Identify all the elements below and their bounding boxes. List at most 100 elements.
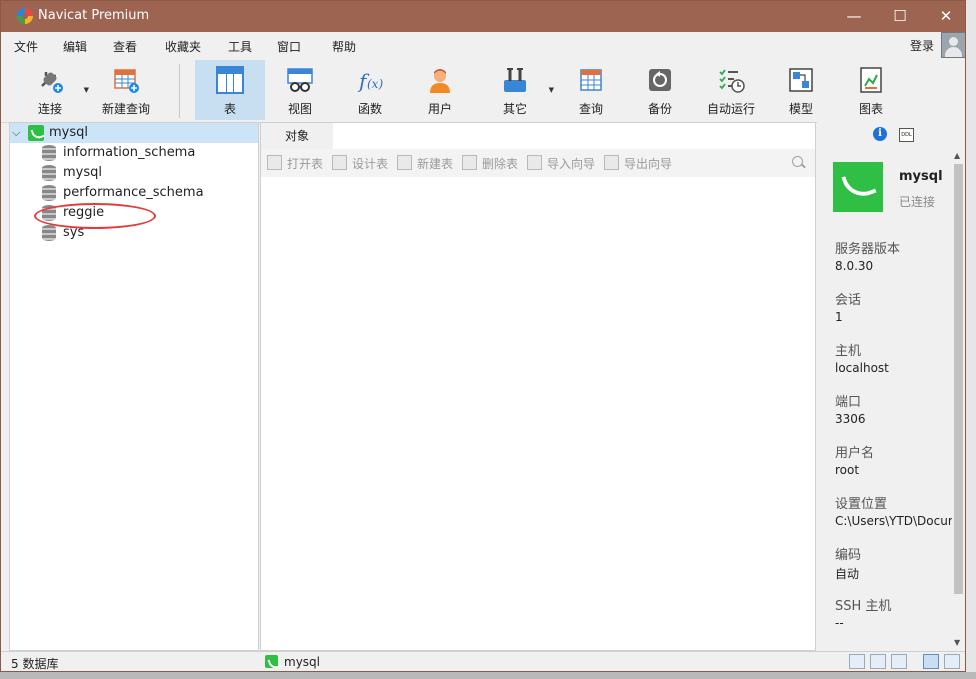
backup-button[interactable]: 备份 bbox=[625, 60, 695, 120]
object-action-bar: 打开表 设计表 新建表 删除表 导入向导 导出向导 bbox=[261, 149, 815, 177]
close-button[interactable]: ✕ bbox=[923, 1, 965, 32]
table-button[interactable]: 表 bbox=[195, 60, 265, 120]
new-query-label: 新建查询 bbox=[101, 102, 150, 116]
list-view-icon[interactable] bbox=[849, 654, 865, 669]
ddl-icon[interactable]: DDL bbox=[899, 128, 914, 142]
user-button[interactable]: 用户 bbox=[405, 60, 475, 120]
prop-label: 用户名 bbox=[835, 446, 875, 461]
desktop-background-bottom bbox=[0, 672, 976, 679]
other-dropdown-icon[interactable]: ▼ bbox=[549, 86, 554, 94]
minimize-button[interactable]: — bbox=[831, 1, 877, 32]
import-icon bbox=[527, 155, 542, 170]
scrollbar-thumb[interactable] bbox=[954, 164, 963, 594]
info-pane-toggle-icon[interactable] bbox=[923, 654, 939, 669]
scroll-up-icon[interactable]: ▲ bbox=[954, 151, 960, 160]
auto-run-button[interactable]: 自动运行 bbox=[696, 60, 766, 120]
model-button[interactable]: 模型 bbox=[766, 60, 836, 120]
export-wizard-label: 导出向导 bbox=[624, 157, 673, 171]
toolbar-separator bbox=[179, 64, 180, 118]
import-wizard-button[interactable]: 导入向导 bbox=[527, 155, 595, 172]
info-scrollbar[interactable]: ▲ ▼ bbox=[952, 150, 965, 651]
new-table-button[interactable]: 新建表 bbox=[397, 155, 453, 172]
new-table-icon bbox=[397, 155, 412, 170]
table-icon bbox=[216, 66, 244, 94]
query-button[interactable]: 查询 bbox=[556, 60, 626, 120]
detail-view-icon[interactable] bbox=[870, 654, 886, 669]
tree-db-performance-schema[interactable]: performance_schema bbox=[10, 183, 258, 203]
maximize-button[interactable]: ☐ bbox=[877, 1, 923, 32]
tree-db-label: information_schema bbox=[63, 145, 196, 160]
user-icon bbox=[430, 69, 450, 93]
prop-value: root bbox=[835, 463, 860, 477]
delete-table-button[interactable]: 删除表 bbox=[462, 155, 518, 172]
open-table-button[interactable]: 打开表 bbox=[267, 155, 323, 172]
connection-tree: ⌵ mysql information_schema mysql perform… bbox=[9, 122, 259, 651]
database-icon bbox=[42, 145, 56, 161]
plug-icon bbox=[41, 72, 63, 93]
window-title: Navicat Premium bbox=[38, 8, 150, 23]
menu-window[interactable]: 窗口 bbox=[277, 38, 301, 55]
tools-icon bbox=[504, 68, 526, 92]
prop-value: -- bbox=[835, 616, 844, 630]
prop-value: 1 bbox=[835, 310, 843, 324]
export-icon bbox=[604, 155, 619, 170]
prop-value: C:\Users\YTD\Docur bbox=[835, 514, 953, 528]
chevron-down-icon[interactable]: ⌵ bbox=[12, 126, 20, 140]
tree-connection-label: mysql bbox=[49, 125, 88, 140]
scroll-down-icon[interactable]: ▼ bbox=[954, 638, 960, 647]
connect-dropdown-icon[interactable]: ▼ bbox=[84, 86, 89, 94]
prop-label: 服务器版本 bbox=[835, 242, 901, 257]
info-icon[interactable]: i bbox=[873, 127, 887, 141]
model-icon bbox=[789, 68, 813, 92]
mysql-connection-icon bbox=[28, 125, 44, 141]
status-mysql-icon bbox=[265, 655, 278, 668]
login-link[interactable]: 登录 bbox=[910, 37, 934, 54]
function-button[interactable]: f (x) 函数 bbox=[335, 60, 405, 120]
import-wizard-label: 导入向导 bbox=[547, 157, 596, 171]
delete-table-icon bbox=[462, 155, 477, 170]
menu-view[interactable]: 查看 bbox=[113, 38, 137, 55]
open-table-icon bbox=[267, 155, 282, 170]
menu-edit[interactable]: 编辑 bbox=[63, 38, 87, 55]
menu-tools[interactable]: 工具 bbox=[228, 38, 252, 55]
object-tab-row: 对象 bbox=[261, 123, 815, 150]
database-icon bbox=[42, 225, 56, 241]
tree-db-label: mysql bbox=[63, 165, 102, 180]
connect-button[interactable]: 连接 ▼ bbox=[15, 60, 89, 120]
export-wizard-button[interactable]: 导出向导 bbox=[604, 155, 672, 172]
prop-value: localhost bbox=[835, 361, 889, 375]
chart-button[interactable]: 图表 bbox=[836, 60, 906, 120]
new-query-button[interactable]: 新建查询 bbox=[91, 60, 161, 120]
database-icon bbox=[42, 165, 56, 181]
navicat-window: Navicat Premium — ☐ ✕ 文件 编辑 查看 收藏夹 工具 窗口… bbox=[0, 0, 966, 672]
function-label: 函数 bbox=[357, 102, 382, 116]
prop-value: 自动 bbox=[835, 567, 860, 581]
other-button[interactable]: 其它 ▼ bbox=[480, 60, 554, 120]
tree-db-mysql[interactable]: mysql bbox=[10, 163, 258, 183]
user-label: 用户 bbox=[427, 102, 452, 116]
prop-value: 3306 bbox=[835, 412, 866, 426]
model-label: 模型 bbox=[788, 102, 813, 116]
tab-strip-empty bbox=[333, 123, 815, 149]
view-button[interactable]: 视图 bbox=[265, 60, 335, 120]
open-table-label: 打开表 bbox=[287, 157, 324, 171]
user-avatar-icon[interactable] bbox=[941, 32, 965, 58]
menu-help[interactable]: 帮助 bbox=[332, 38, 356, 55]
annotation-circle bbox=[34, 203, 156, 229]
menu-favorites[interactable]: 收藏夹 bbox=[165, 38, 201, 55]
search-icon[interactable] bbox=[792, 156, 803, 167]
tab-objects[interactable]: 对象 bbox=[261, 123, 334, 149]
menu-file[interactable]: 文件 bbox=[14, 38, 38, 55]
new-table-label: 新建表 bbox=[417, 157, 454, 171]
split-pane-toggle-icon[interactable] bbox=[944, 654, 960, 669]
status-bar: 5 数据库 mysql bbox=[1, 651, 965, 671]
tree-connection-mysql[interactable]: ⌵ mysql bbox=[10, 123, 258, 143]
menu-bar: 文件 编辑 查看 收藏夹 工具 窗口 帮助 登录 bbox=[1, 32, 965, 58]
er-view-icon[interactable] bbox=[891, 654, 907, 669]
svg-text:(x): (x) bbox=[367, 77, 383, 91]
tree-db-information-schema[interactable]: information_schema bbox=[10, 143, 258, 163]
tree-db-sys[interactable]: sys bbox=[10, 223, 258, 243]
query-label: 查询 bbox=[578, 102, 603, 116]
object-panel: 对象 打开表 设计表 新建表 删除表 导入向导 导出向导 bbox=[260, 122, 816, 651]
design-table-button[interactable]: 设计表 bbox=[332, 155, 388, 172]
